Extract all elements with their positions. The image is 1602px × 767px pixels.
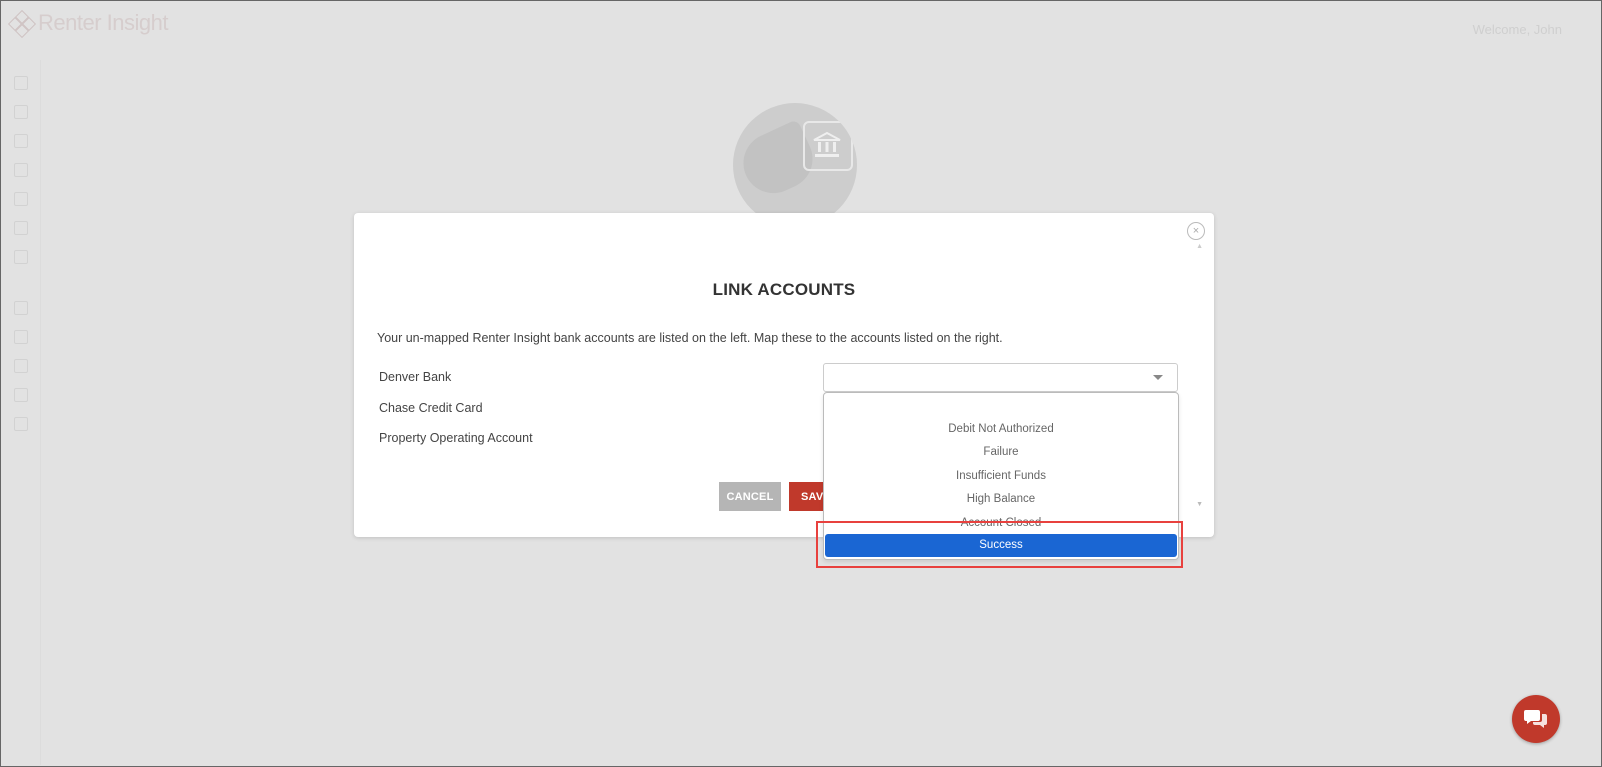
bank-icon[interactable] (14, 301, 28, 315)
logo-diamond-icon (7, 9, 37, 39)
option-account-closed[interactable]: Account Closed (824, 517, 1178, 529)
list-icon[interactable] (14, 134, 28, 148)
chat-icon (1524, 710, 1547, 728)
option-failure[interactable]: Failure (824, 446, 1178, 458)
scroll-up-icon[interactable]: ▲ (1196, 243, 1203, 250)
option-success[interactable]: Success (825, 534, 1177, 557)
account-options-dropdown[interactable]: Debit Not Authorized Failure Insufficien… (823, 392, 1179, 560)
welcome-text[interactable]: Welcome, John (1473, 22, 1562, 37)
settings-icon[interactable] (14, 388, 28, 402)
sidebar-nav (14, 76, 28, 431)
building-icon[interactable] (14, 250, 28, 264)
logo-text: Renter Insight (38, 10, 168, 35)
help-icon[interactable] (14, 417, 28, 431)
account-label-property-operating: Property Operating Account (379, 431, 533, 445)
account-label-chase-credit-card: Chase Credit Card (379, 401, 483, 415)
cancel-button[interactable]: CANCEL (719, 482, 781, 511)
bank-building-icon (803, 121, 853, 171)
modal-title: LINK ACCOUNTS (712, 280, 856, 299)
close-icon[interactable]: × (1187, 222, 1205, 240)
account-mapping-select[interactable] (823, 363, 1178, 392)
sidebar-divider (40, 60, 41, 765)
report-icon[interactable] (14, 330, 28, 344)
document-icon[interactable] (14, 105, 28, 119)
scroll-down-icon[interactable]: ▼ (1196, 501, 1203, 508)
account-label-denver-bank: Denver Bank (379, 370, 452, 384)
chevron-down-icon[interactable] (1153, 375, 1163, 380)
app-logo: Renter Insight (7, 9, 168, 39)
home-icon[interactable] (14, 76, 28, 90)
mail-icon[interactable] (14, 359, 28, 373)
calendar-icon[interactable] (14, 192, 28, 206)
bank-hero-image (733, 103, 857, 227)
users-icon[interactable] (14, 163, 28, 177)
instructions-text: Your un-mapped Renter Insight bank accou… (377, 331, 1003, 345)
wrench-icon[interactable] (14, 221, 28, 235)
option-debit-not-authorized[interactable]: Debit Not Authorized (824, 423, 1178, 435)
option-insufficient-funds[interactable]: Insufficient Funds (824, 470, 1178, 482)
chat-button[interactable] (1512, 695, 1560, 743)
option-high-balance[interactable]: High Balance (824, 493, 1178, 505)
